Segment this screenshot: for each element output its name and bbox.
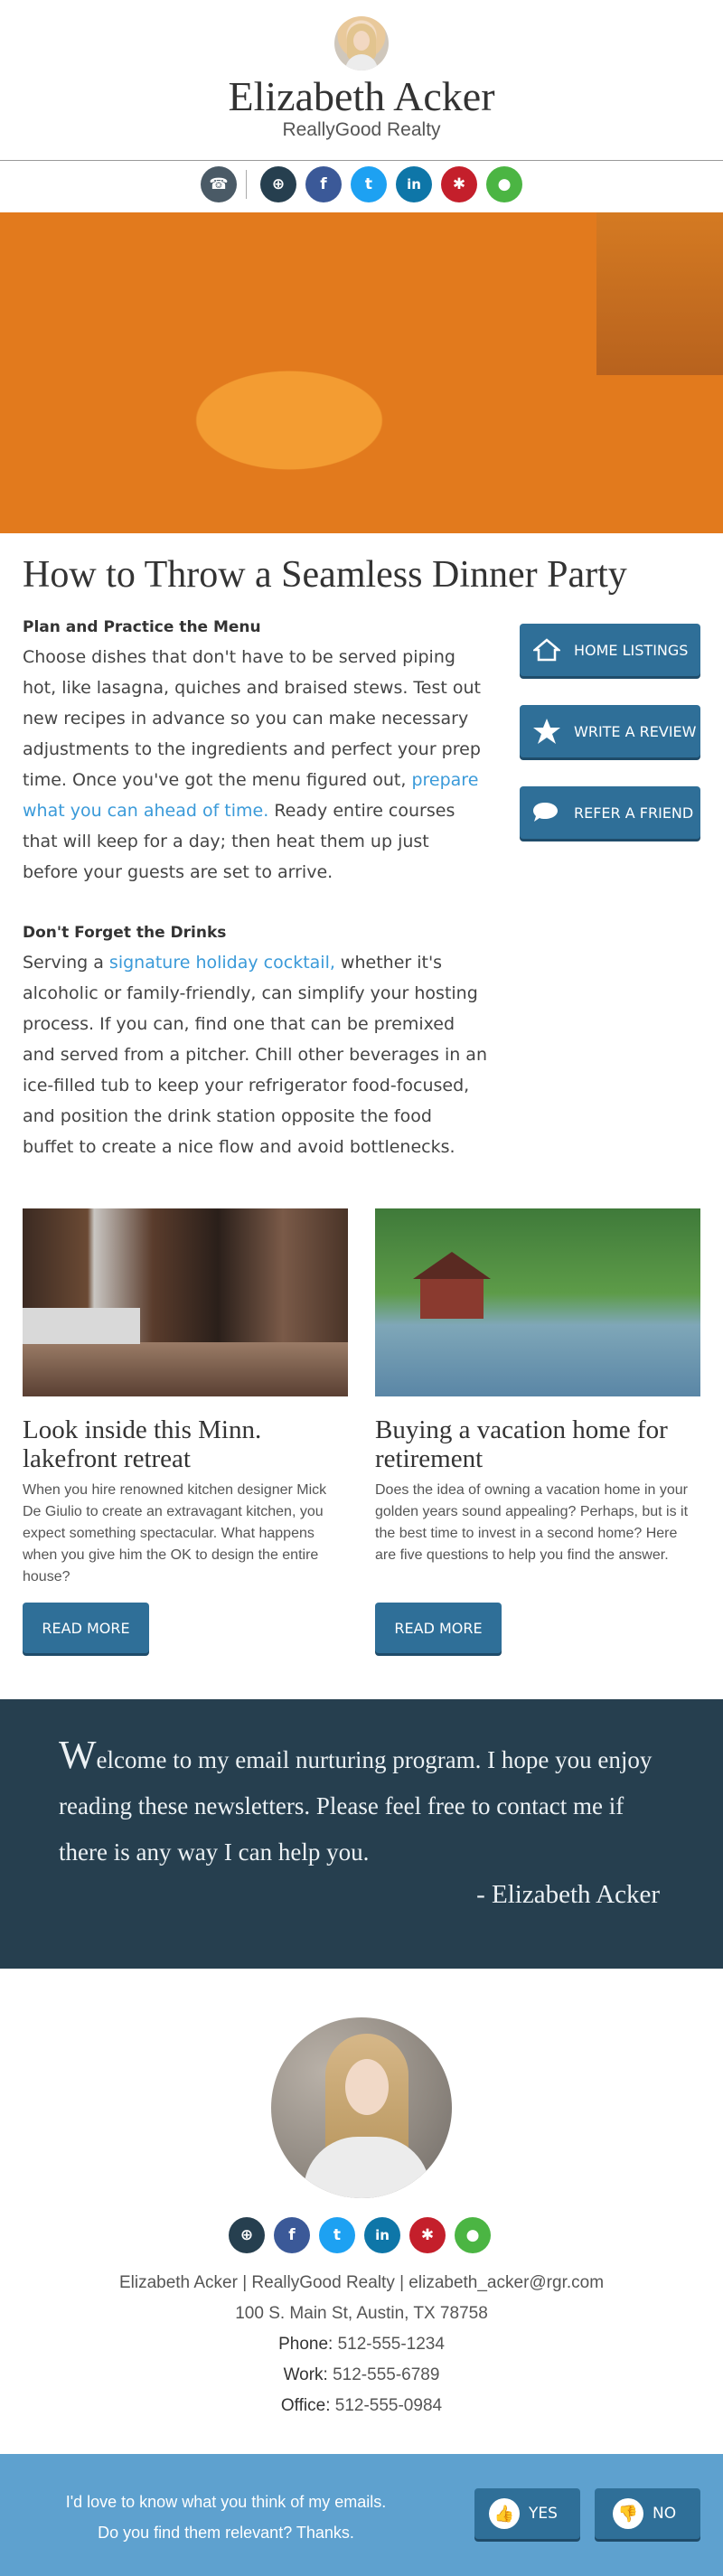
article-section-menu: Plan and Practice the Menu Choose dishes… bbox=[23, 618, 488, 888]
map-pin-icon[interactable]: ● bbox=[455, 2217, 491, 2253]
facebook-icon[interactable]: f bbox=[305, 166, 342, 202]
linkedin-icon[interactable]: in bbox=[396, 166, 432, 202]
agent-photo bbox=[271, 2017, 452, 2198]
divider bbox=[246, 170, 247, 199]
section-body: Choose dishes that don't have to be serv… bbox=[23, 647, 481, 882]
feedback-yes-button[interactable]: 👍 YES bbox=[474, 2488, 580, 2539]
contact-phone: Phone: 512-555-1234 bbox=[278, 2335, 445, 2354]
map-pin-icon[interactable]: ● bbox=[486, 166, 522, 202]
section-body: Serving a signature holiday cocktail, wh… bbox=[23, 953, 487, 1157]
write-review-button[interactable]: WRITE A REVIEW bbox=[520, 705, 700, 757]
article-title: How to Throw a Seamless Dinner Party bbox=[23, 554, 627, 596]
linkedin-icon[interactable]: in bbox=[364, 2217, 400, 2253]
thumbs-up-icon: 👍 bbox=[489, 2498, 520, 2529]
feedback-band: I'd love to know what you think of my em… bbox=[0, 2454, 723, 2576]
card-title: Look inside this Minn. lakefront retreat bbox=[23, 1415, 262, 1473]
social-links-top: ☎ ⊕ f t in ✱ ● bbox=[0, 166, 723, 204]
section-heading: Don't Forget the Drinks bbox=[23, 924, 227, 942]
card-text: Does the idea of owning a vacation home … bbox=[375, 1482, 689, 1563]
contact-office: Office: 512-555-0984 bbox=[280, 2396, 443, 2415]
home-listings-button[interactable]: HOME LISTINGS bbox=[520, 624, 700, 676]
social-links-bottom: ⊕ f t in ✱ ● bbox=[0, 2217, 723, 2255]
card-title: Buying a vacation home for retirement bbox=[375, 1415, 668, 1473]
phone-icon[interactable]: ☎ bbox=[201, 166, 237, 202]
yelp-icon[interactable]: ✱ bbox=[441, 166, 477, 202]
welcome-quote-band: Welcome to my email nurturing program. I… bbox=[0, 1699, 723, 1969]
welcome-message: Welcome to my email nurturing program. I… bbox=[59, 1733, 653, 1866]
card-text: When you hire renowned kitchen designer … bbox=[23, 1482, 327, 1584]
feedback-no-button[interactable]: 👎 NO bbox=[595, 2488, 700, 2539]
contact-address: 100 S. Main St, Austin, TX 78758 bbox=[235, 2304, 488, 2323]
twitter-icon[interactable]: t bbox=[319, 2217, 355, 2253]
twitter-icon[interactable]: t bbox=[351, 166, 387, 202]
kitchen-photo bbox=[23, 1208, 348, 1396]
agent-name: Elizabeth Acker bbox=[228, 73, 495, 119]
header: Elizabeth Acker ReallyGood Realty bbox=[0, 0, 723, 161]
read-more-button[interactable]: READ MORE bbox=[375, 1603, 502, 1653]
contact-summary: Elizabeth Acker | ReallyGood Realty | el… bbox=[118, 2273, 605, 2292]
holiday-cocktail-link[interactable]: signature holiday cocktail, bbox=[109, 953, 335, 973]
refer-friend-button[interactable]: REFER A FRIEND bbox=[520, 786, 700, 839]
lake-house-photo bbox=[375, 1208, 700, 1396]
feedback-prompt: I'd love to know what you think of my em… bbox=[65, 2493, 387, 2542]
hero-image-dinner-table bbox=[0, 212, 723, 533]
avatar bbox=[334, 16, 389, 71]
section-heading: Plan and Practice the Menu bbox=[23, 618, 261, 636]
home-icon bbox=[531, 634, 563, 666]
read-more-button[interactable]: READ MORE bbox=[23, 1603, 149, 1653]
facebook-icon[interactable]: f bbox=[274, 2217, 310, 2253]
yelp-icon[interactable]: ✱ bbox=[409, 2217, 446, 2253]
quote-signature: - Elizabeth Acker bbox=[476, 1880, 660, 1909]
agent-company: ReallyGood Realty bbox=[282, 119, 441, 140]
thumbs-down-icon: 👎 bbox=[613, 2498, 643, 2529]
contact-work: Work: 512-555-6789 bbox=[283, 2365, 440, 2384]
star-icon bbox=[531, 715, 563, 747]
chat-bubble-icon bbox=[531, 796, 563, 829]
globe-icon[interactable]: ⊕ bbox=[260, 166, 296, 202]
article-section-drinks: Don't Forget the Drinks Serving a signat… bbox=[23, 924, 488, 1162]
globe-icon[interactable]: ⊕ bbox=[229, 2217, 265, 2253]
